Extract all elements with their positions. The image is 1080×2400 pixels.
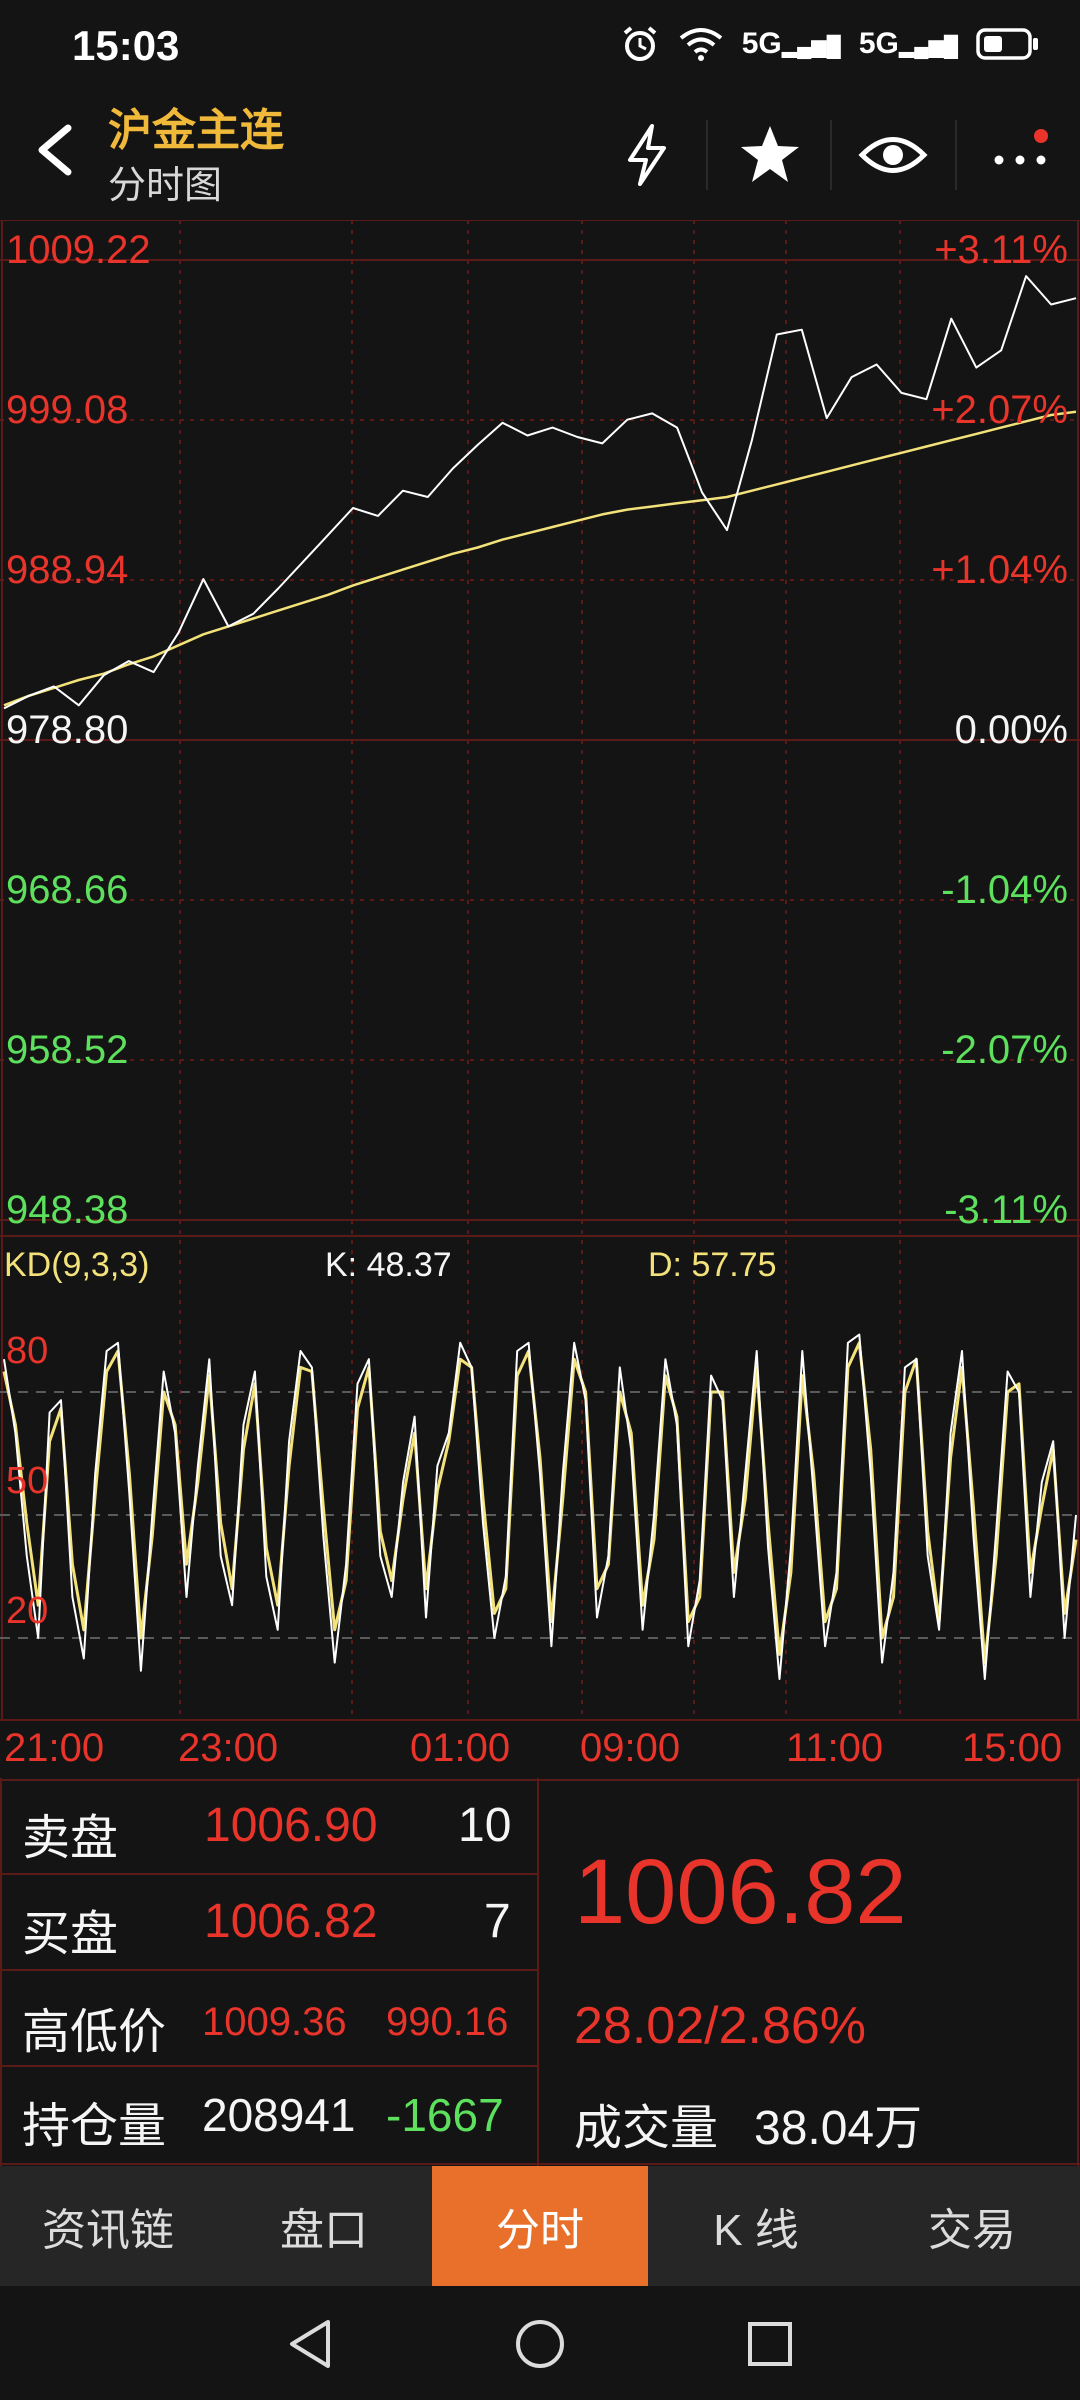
high-low-label: 高低价 <box>22 2006 167 2059</box>
kd-indicator-label[interactable]: KD(9,3,3) <box>4 1246 150 1285</box>
percent-label-right: 0.00% <box>954 708 1068 752</box>
chart-type-subtitle: 分时图 <box>108 165 223 207</box>
more-icon[interactable] <box>985 120 1055 190</box>
percent-label-right: +1.04% <box>931 548 1068 592</box>
buy-qty: 7 <box>484 1895 511 1948</box>
avg-price-line <box>3 410 1077 707</box>
status-time: 15:03 <box>72 22 180 69</box>
time-tick-label: 23:00 <box>178 1726 279 1770</box>
price-label-left: 948.38 <box>6 1188 129 1232</box>
kd-level-label: 20 <box>6 1590 49 1632</box>
sell-label: 卖盘 <box>22 1812 119 1865</box>
price-line <box>3 275 1077 710</box>
header-divider <box>706 120 708 190</box>
tab-order-book[interactable]: 盘口 <box>216 2166 432 2286</box>
percent-label-right: +2.07% <box>931 388 1068 432</box>
wifi-icon <box>679 28 722 61</box>
price-change: 28.02/2.86% <box>574 1997 867 2055</box>
buy-label: 买盘 <box>22 1908 119 1961</box>
price-label-left: 968.66 <box>6 868 129 912</box>
time-tick-label: 09:00 <box>580 1726 681 1770</box>
last-price: 1006.82 <box>574 1841 907 1943</box>
tab-news-chain[interactable]: 资讯链 <box>0 2166 216 2286</box>
tab-timeshare[interactable]: 分时 <box>432 2166 648 2286</box>
time-tick-label: 21:00 <box>4 1726 105 1770</box>
tab-kline[interactable]: K 线 <box>648 2166 864 2286</box>
sell-qty: 10 <box>458 1799 512 1852</box>
nav-recents-icon[interactable] <box>742 2316 798 2372</box>
kd-d-line <box>2 1341 1078 1665</box>
kd-d-value: D: 57.75 <box>648 1246 777 1284</box>
5g-signal-icon: 5G▂▄▆█ <box>858 27 958 60</box>
open-interest-value: 208941 <box>202 2089 356 2141</box>
header-divider <box>955 120 957 190</box>
price-label-left: 978.80 <box>6 708 129 752</box>
buy-price: 1006.82 <box>204 1895 378 1948</box>
price-label-left: 988.94 <box>6 548 129 592</box>
kd-level-label: 50 <box>6 1460 49 1502</box>
eye-icon[interactable] <box>858 120 928 190</box>
star-icon[interactable] <box>735 120 805 190</box>
tab-trade[interactable]: 交易 <box>864 2166 1080 2286</box>
app-header: 沪金主连 分时图 <box>0 80 1080 220</box>
notification-dot <box>1034 129 1048 143</box>
time-tick-label: 11:00 <box>786 1726 884 1770</box>
volume-label: 成交量 <box>574 2102 719 2155</box>
time-tick-label: 15:00 <box>962 1726 1063 1770</box>
percent-label-right: -3.11% <box>944 1188 1068 1232</box>
sell-price: 1006.90 <box>204 1799 378 1852</box>
contract-title: 沪金主连 <box>108 106 284 155</box>
timeshare-chart[interactable]: 1009.22 999.08 988.94 978.80 968.66 958.… <box>0 219 1080 1780</box>
header-divider <box>830 120 832 190</box>
percent-label-right: -2.07% <box>941 1028 1068 1072</box>
open-interest-change: -1667 <box>386 2089 504 2141</box>
battery-icon <box>976 28 1038 60</box>
volume-value: 38.04万 <box>754 2102 923 2155</box>
5g-signal-icon: 5G▂▄▆█ <box>741 27 841 60</box>
kd-k-value: K: 48.37 <box>325 1246 452 1284</box>
nav-back-icon[interactable] <box>282 2316 338 2372</box>
percent-label-right: +3.11% <box>934 228 1068 272</box>
high-price: 1009.36 <box>202 2000 347 2044</box>
kd-k-line <box>3 1333 1077 1680</box>
nav-home-icon[interactable] <box>512 2316 568 2372</box>
price-label-left: 958.52 <box>6 1028 129 1072</box>
bottom-tab-bar: 资讯链 盘口 分时 K 线 交易 <box>0 2166 1080 2286</box>
price-label-left: 999.08 <box>6 388 129 432</box>
quote-panel: 卖盘 1006.90 10 买盘 1006.82 7 高低价 1009.36 9… <box>0 1778 1080 2166</box>
low-price: 990.16 <box>386 2000 509 2044</box>
flash-icon[interactable] <box>612 120 682 190</box>
percent-label-right: -1.04% <box>941 868 1068 912</box>
time-tick-label: 01:00 <box>410 1726 511 1770</box>
kd-level-label: 80 <box>6 1330 49 1372</box>
alarm-icon <box>623 26 656 61</box>
price-and-kd-svg <box>0 219 1080 1721</box>
open-interest-label: 持仓量 <box>22 2100 167 2153</box>
price-label-left: 1009.22 <box>6 228 151 272</box>
back-arrow-icon[interactable] <box>26 120 86 180</box>
system-nav-bar <box>0 2286 1080 2400</box>
